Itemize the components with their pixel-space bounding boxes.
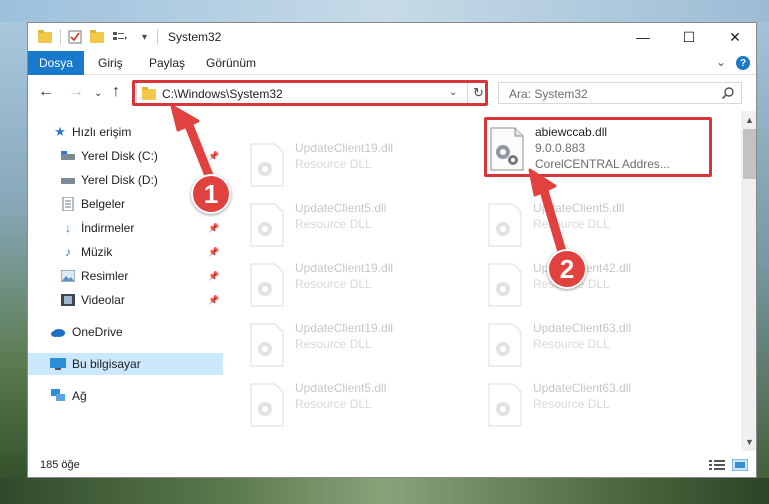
sidebar-item-downloads[interactable]: ↓ İndirmeler 📌	[28, 217, 223, 239]
dll-file-icon	[250, 263, 284, 307]
window-title: System32	[168, 30, 222, 44]
dll-file-icon	[250, 323, 284, 367]
sidebar-item-local-disk-c[interactable]: Yerel Disk (C:) 📌	[28, 145, 223, 167]
maximize-button[interactable]: ☐	[666, 23, 712, 51]
item-count: 185 öğe	[40, 459, 80, 471]
qat-customize-icon[interactable]: ▾	[142, 29, 147, 45]
new-folder-icon[interactable]	[90, 29, 104, 45]
dll-file-icon	[488, 263, 522, 307]
list-item[interactable]: UpdateClient5.dll Resource DLL	[245, 375, 473, 431]
sidebar-item-videos[interactable]: Videolar 📌	[28, 289, 223, 311]
list-item[interactable]: UpdateClient19.dll Resource DLL	[245, 255, 473, 311]
callout-step-two: 2	[547, 249, 587, 289]
tab-paylas[interactable]: Paylaş	[149, 51, 185, 75]
help-button[interactable]: ?	[736, 56, 750, 70]
title-separator	[157, 29, 158, 45]
computer-icon	[50, 357, 66, 371]
large-icons-view-icon[interactable]	[732, 459, 748, 471]
drive-icon	[60, 149, 76, 163]
dll-file-icon	[488, 383, 522, 427]
address-highlight	[132, 80, 488, 106]
up-button[interactable]: ↑	[112, 84, 120, 100]
download-icon: ↓	[65, 221, 71, 235]
pictures-icon	[60, 269, 76, 283]
list-item[interactable]: UpdateClient63.dll Resource DLL	[483, 315, 711, 371]
forward-button[interactable]: →	[68, 84, 84, 100]
sidebar-item-network[interactable]: Ağ	[28, 385, 223, 407]
pin-icon: 📌	[208, 270, 220, 281]
desktop-background-right	[757, 22, 769, 478]
video-icon	[60, 293, 76, 307]
status-bar: 185 öğe	[28, 451, 756, 477]
dll-file-icon	[250, 203, 284, 247]
ribbon-tabs: Dosya Giriş Paylaş Görünüm ⌄ ?	[28, 51, 756, 75]
documents-icon	[60, 197, 76, 211]
dll-file-icon	[488, 323, 522, 367]
list-item[interactable]: UpdateClient19.dll Resource DLL	[245, 315, 473, 371]
list-item[interactable]: UpdateClient42.dll Resource DLL	[483, 255, 711, 311]
tab-gorunum[interactable]: Görünüm	[206, 51, 256, 75]
desktop-background-top	[0, 0, 769, 22]
back-button[interactable]: ←	[38, 84, 54, 100]
pin-icon: 📌	[208, 294, 220, 305]
file-highlight	[484, 117, 712, 177]
list-item[interactable]: UpdateClient5.dll Resource DLL	[245, 195, 473, 251]
pin-icon: 📌	[208, 150, 220, 161]
list-item[interactable]: UpdateClient5.dll Resource DLL	[483, 195, 711, 251]
expand-ribbon-icon[interactable]: ⌄	[716, 55, 726, 69]
vertical-scrollbar[interactable]: ▲ ▼	[741, 111, 756, 451]
title-bar: ▾ System32 — ☐ ✕	[28, 23, 756, 51]
sidebar-item-quick-access[interactable]: ★ Hızlı erişim	[28, 121, 223, 143]
dll-file-icon	[250, 383, 284, 427]
recent-locations-icon[interactable]: ⌄	[94, 86, 102, 102]
tab-giris[interactable]: Giriş	[98, 51, 123, 75]
scroll-thumb[interactable]	[743, 129, 756, 179]
callout-step-one: 1	[191, 174, 231, 214]
sidebar-item-music[interactable]: ♪ Müzik 📌	[28, 241, 223, 263]
cloud-icon	[50, 325, 66, 339]
list-item[interactable]: UpdateClient19.dll Resource DLL	[245, 135, 473, 191]
search-icon[interactable]	[721, 86, 735, 100]
folder-icon	[38, 29, 52, 45]
sidebar-item-pictures[interactable]: Resimler 📌	[28, 265, 223, 287]
qat-separator	[60, 29, 61, 45]
view-options-icon[interactable]	[112, 29, 128, 45]
search-box[interactable]: Ara: System32	[498, 82, 742, 104]
pin-icon: 📌	[208, 246, 220, 257]
search-placeholder[interactable]: Ara: System32	[509, 87, 588, 101]
minimize-button[interactable]: —	[620, 23, 666, 51]
list-item[interactable]: UpdateClient63.dll Resource DLL	[483, 375, 711, 431]
network-icon	[50, 389, 66, 403]
scroll-down-icon[interactable]: ▼	[745, 437, 754, 447]
tab-dosya[interactable]: Dosya	[28, 51, 84, 75]
properties-icon[interactable]	[68, 29, 82, 45]
star-icon: ★	[54, 124, 66, 139]
desktop-background-bottom	[0, 478, 769, 504]
music-icon: ♪	[65, 245, 71, 259]
dll-file-icon	[488, 203, 522, 247]
drive-icon	[60, 173, 76, 187]
sidebar-item-this-pc[interactable]: Bu bilgisayar	[28, 353, 223, 375]
dll-file-icon	[250, 143, 284, 187]
pin-icon: 📌	[208, 222, 220, 233]
sidebar-item-onedrive[interactable]: OneDrive	[28, 321, 223, 343]
close-button[interactable]: ✕	[712, 23, 756, 51]
scroll-up-icon[interactable]: ▲	[745, 115, 754, 125]
desktop-background-left	[0, 22, 27, 478]
navigation-pane: ★ Hızlı erişim Yerel Disk (C:) 📌 Yerel D…	[28, 111, 223, 451]
details-view-icon[interactable]	[709, 459, 725, 471]
